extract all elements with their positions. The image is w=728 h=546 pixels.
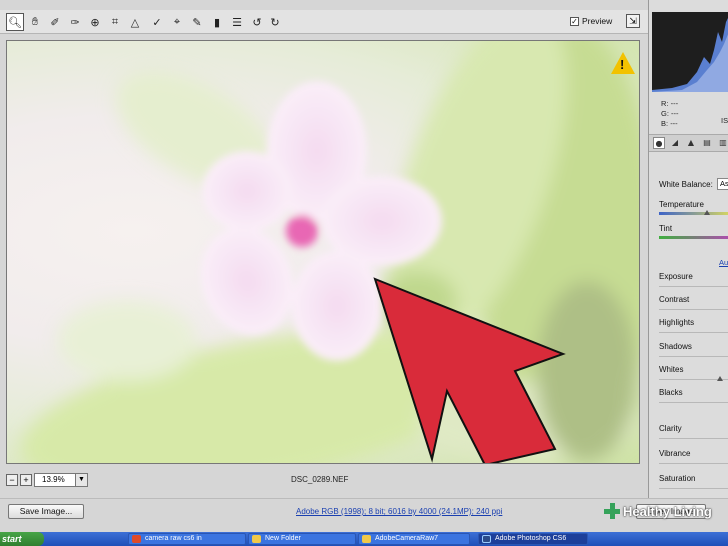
green-readout: G: --- xyxy=(661,109,679,118)
straighten-icon[interactable]: △ xyxy=(126,13,144,31)
blacks-slider[interactable] xyxy=(659,402,728,403)
hsl-tab-icon[interactable]: ▤ xyxy=(701,137,713,149)
taskbar-item-adobe-camera-raw[interactable]: AdobeCameraRaw7 xyxy=(358,533,470,545)
tone-curve-tab-icon[interactable]: ◢ xyxy=(669,137,681,149)
zoom-icon[interactable]: 🔍︎ xyxy=(6,13,24,31)
exposure-slider[interactable] xyxy=(659,286,728,287)
start-button[interactable]: start xyxy=(0,532,44,546)
whites-slider-thumb[interactable] xyxy=(717,376,723,381)
workflow-options-link[interactable]: Adobe RGB (1998); 8 bit; 6016 by 4000 (2… xyxy=(296,507,502,516)
target-adjustment-icon[interactable]: ⊕ xyxy=(86,13,104,31)
exposure-label: Exposure xyxy=(659,272,693,281)
file-name: DSC_0289.NEF xyxy=(291,475,349,484)
red-eye-icon[interactable]: ⌖ xyxy=(168,13,186,31)
photoshop-icon xyxy=(482,535,491,543)
tool-bar: 🔍︎ ✋︎ ✐ ✑ ⊕ ⌗ △ ✓ ⌖ ✎ ▮ ☰ ↺ ↻ ✓ Preview … xyxy=(0,10,648,34)
highlights-label: Highlights xyxy=(659,318,695,327)
white-balance-icon[interactable]: ✐ xyxy=(46,13,64,31)
whites-label: Whites xyxy=(659,365,684,374)
shadows-label: Shadows xyxy=(659,342,692,351)
saturation-slider[interactable] xyxy=(659,488,728,489)
zoom-bar: − + 13.9% ▼ DSC_0289.NEF xyxy=(0,470,648,490)
preview-toggle[interactable]: ✓ Preview xyxy=(570,16,612,26)
contrast-label: Contrast xyxy=(659,295,690,304)
zoom-out-button[interactable]: − xyxy=(6,474,18,486)
spot-removal-icon[interactable]: ✓ xyxy=(148,13,166,31)
iso-readout: IS xyxy=(721,116,728,125)
color-sampler-icon[interactable]: ✑ xyxy=(66,13,84,31)
tint-label: Tint xyxy=(659,224,673,233)
zoom-in-button[interactable]: + xyxy=(20,474,32,486)
rotate-right-icon[interactable]: ↻ xyxy=(266,13,284,31)
taskbar-item-camera-raw-doc[interactable]: camera raw cs6 in xyxy=(128,533,246,545)
preview-label: Preview xyxy=(582,16,613,26)
folder-icon xyxy=(252,535,261,543)
vibrance-label: Vibrance xyxy=(659,449,691,458)
crop-icon[interactable]: ⌗ xyxy=(106,13,124,31)
temperature-slider[interactable] xyxy=(659,212,728,215)
flower-photo xyxy=(20,41,639,463)
warning-icon: ! xyxy=(611,52,635,74)
contrast-slider[interactable] xyxy=(659,309,728,310)
hand-icon[interactable]: ✋︎ xyxy=(26,13,44,31)
camera-raw-window: 🔍︎ ✋︎ ✐ ✑ ⊕ ⌗ △ ✓ ⌖ ✎ ▮ ☰ ↺ ↻ ✓ Preview … xyxy=(0,0,728,546)
fullscreen-icon[interactable]: ⇲ xyxy=(626,14,640,28)
shadows-slider[interactable] xyxy=(659,356,728,357)
zoom-level-value: 13.9% xyxy=(42,475,65,484)
watermark-text: Healthy Living xyxy=(623,503,712,519)
highlights-slider[interactable] xyxy=(659,332,728,333)
folder-icon xyxy=(362,535,371,543)
taskbar-item-photoshop[interactable]: Adobe Photoshop CS6 xyxy=(478,533,588,545)
rotate-left-icon[interactable]: ↺ xyxy=(248,13,266,31)
panel-tabs: ● ◢ ▲ ▤ ▥ xyxy=(649,134,728,152)
red-readout: R: --- xyxy=(661,99,679,108)
tint-slider[interactable] xyxy=(659,236,728,239)
zoom-level-select[interactable]: 13.9% ▼ xyxy=(34,473,88,487)
preview-checkbox[interactable]: ✓ xyxy=(570,16,579,26)
blacks-label: Blacks xyxy=(659,388,683,397)
browser-icon xyxy=(132,535,141,543)
auto-link[interactable]: Au xyxy=(719,258,728,267)
save-image-button[interactable]: Save Image... xyxy=(8,504,84,519)
clarity-label: Clarity xyxy=(659,424,682,433)
temperature-label: Temperature xyxy=(659,200,704,209)
vibrance-slider[interactable] xyxy=(659,463,728,464)
clarity-slider[interactable] xyxy=(659,438,728,439)
adjustment-brush-icon[interactable]: ✎ xyxy=(188,13,206,31)
adjustments-panel: R: --- G: --- B: --- IS ● ◢ ▲ ▤ ▥ White … xyxy=(648,0,728,498)
preferences-icon[interactable]: ☰ xyxy=(228,13,246,31)
taskbar-item-new-folder[interactable]: New Folder xyxy=(248,533,356,545)
white-balance-label: White Balance: xyxy=(659,180,713,189)
saturation-label: Saturation xyxy=(659,474,696,483)
graduated-filter-icon[interactable]: ▮ xyxy=(208,13,226,31)
split-toning-tab-icon[interactable]: ▥ xyxy=(717,137,728,149)
basic-tab-icon[interactable]: ● xyxy=(653,137,665,149)
histogram xyxy=(652,12,728,92)
blue-readout: B: --- xyxy=(661,119,678,128)
healthy-living-watermark: Healthy Living xyxy=(604,498,728,524)
plus-icon xyxy=(604,503,620,519)
white-balance-select[interactable]: As xyxy=(717,178,728,190)
chevron-down-icon[interactable]: ▼ xyxy=(75,474,87,486)
detail-tab-icon[interactable]: ▲ xyxy=(685,137,697,149)
image-preview[interactable]: ! xyxy=(6,40,640,464)
temperature-slider-thumb[interactable] xyxy=(704,210,710,215)
taskbar: start camera raw cs6 in New Folder Adobe… xyxy=(0,532,728,546)
